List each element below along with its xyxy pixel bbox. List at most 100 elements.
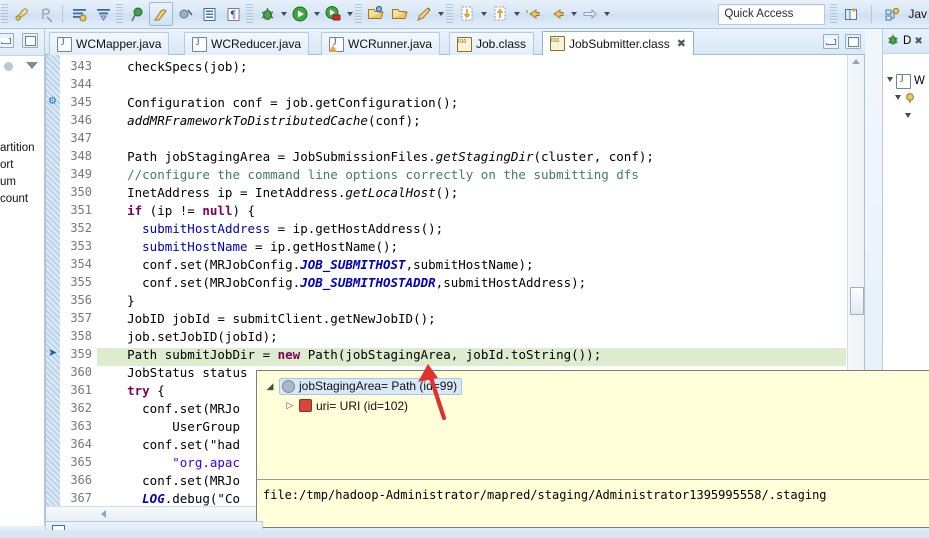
debug-icon[interactable] [255,2,279,26]
code-line: conf.set(MRJobConfig.JOB_SUBMITHOST,subm… [97,257,534,272]
next-edit-icon[interactable] [578,2,602,26]
left-tree-row[interactable]: count [0,191,44,208]
java-file-icon [192,36,207,52]
previous-annotation-dropdown-arrow-icon[interactable] [512,3,521,25]
forward-dropdown-arrow-icon[interactable] [569,3,578,25]
filter-icon[interactable] [91,2,115,26]
debug-tree-label: W [914,75,925,87]
variable-detail-popup[interactable]: ◢ jobStagingArea= Path (id=99) ▷ uri= UR… [256,370,929,528]
debug-tree-row[interactable] [883,90,929,108]
run-icon[interactable] [288,2,312,26]
editor-tab-job-class[interactable]: Job.class [449,32,535,55]
left-tree-row[interactable]: ort [0,157,44,174]
debug-tree-row[interactable]: W [883,72,929,90]
code-line: conf.set("had [97,437,240,452]
debug-view-header: D ✖ [883,29,929,54]
maximize-button[interactable] [845,34,861,49]
annotation-ruler[interactable]: ⚙ ➤ [46,55,60,521]
line-number: 347 [70,131,92,145]
left-minimize-button[interactable] [0,33,14,48]
skip-breakpoints-icon[interactable] [173,2,197,26]
close-icon[interactable]: ✖ [677,37,686,50]
marker-icon[interactable] [125,2,149,26]
left-maximize-button[interactable] [22,33,38,48]
current-instruction-arrow-icon[interactable]: ➤ [48,348,59,359]
table-icon[interactable] [197,2,221,26]
editor-tab-wcmapper[interactable]: WCMapper.java [49,32,170,55]
wrench-marker-icon[interactable]: ⚙ [48,96,59,107]
class-file-icon [550,36,565,51]
view-menu-icon[interactable] [26,62,38,69]
expander-icon[interactable] [905,113,911,121]
next-annotation-icon[interactable] [455,2,479,26]
annotate-icon[interactable] [10,2,34,26]
debug-tree-row[interactable] [883,108,929,126]
coverage-dropdown-arrow-icon[interactable] [345,3,354,25]
popup-row-label: jobStagingArea= Path (id=99) [299,379,458,393]
editor-tab-label: WCRunner.java [348,37,433,51]
scroll-left-arrow-icon[interactable] [101,510,106,518]
pencil-icon[interactable] [412,2,436,26]
code-line: Path submitJobDir = new Path(jobStagingA… [97,347,602,362]
code-line: UserGroup [97,419,240,434]
pencil-dropdown-arrow-icon[interactable] [436,3,445,25]
svg-text:¶: ¶ [230,10,236,21]
code-line: conf.set(MRJobConfig.JOB_SUBMITHOSTADDR,… [97,275,587,290]
line-number: 345 [70,95,92,109]
popup-row-uri[interactable]: ▷ uri= URI (id=102) [263,396,929,415]
paragraph-icon[interactable]: ¶ [221,2,245,26]
editor-tab-label: JobSubmitter.class [569,36,670,51]
previous-annotation-icon[interactable] [488,2,512,26]
new-perspective-icon[interactable] [839,2,863,26]
quick-access-input[interactable]: Quick Access [718,3,826,25]
code-line: conf.set(MRJo [97,401,240,416]
next-annotation-dropdown-arrow-icon[interactable] [479,3,488,25]
expander-icon[interactable] [887,77,893,85]
line-number: 359 [70,347,92,361]
next-edit-dropdown-arrow-icon[interactable] [602,3,611,25]
expander-icon[interactable] [895,95,901,103]
left-tree-row[interactable]: artition [0,140,44,157]
object-icon [282,379,295,393]
line-number: 348 [70,149,92,163]
minimize-button[interactable] [823,34,839,49]
left-tree-row[interactable]: um [0,174,44,191]
scroll-up-arrow-icon[interactable] [852,59,860,64]
left-tree-stub: artition ort um count [0,86,44,208]
expander-icon[interactable]: ◢ [265,381,275,392]
close-icon[interactable]: ✖ [914,36,922,47]
open-resource-icon[interactable] [388,2,412,26]
toolbar-grip-3[interactable] [246,4,253,24]
outline-icon[interactable] [67,2,91,26]
toolbar-grip-5[interactable] [446,4,453,24]
code-line: JobStatus status [97,365,248,380]
collapse-all-icon[interactable] [4,62,13,71]
line-number: 346 [70,113,92,127]
toolbar-grip[interactable] [1,4,8,24]
line-number: 360 [70,365,92,379]
vertical-scrollbar-thumb[interactable] [850,287,864,315]
expander-icon[interactable]: ▷ [285,400,295,411]
java-launch-icon [896,73,911,89]
perspective-label[interactable]: Jav [908,7,927,21]
back-icon[interactable] [521,2,545,26]
toolbar-grip-6[interactable] [830,4,838,24]
forward-icon[interactable] [545,2,569,26]
highlight-icon[interactable] [149,2,173,26]
editor-tab-wcreducer[interactable]: WCReducer.java [184,32,310,55]
open-type-icon[interactable] [364,2,388,26]
code-line: submitHostName = ip.getHostName(); [142,239,399,254]
java-perspective-icon[interactable] [880,2,904,26]
toolbar-grip-4[interactable] [355,4,362,24]
debug-view-label: D [903,35,912,47]
editor-tab-wcrunner[interactable]: WCRunner.java [321,32,441,55]
debug-dropdown-arrow-icon[interactable] [279,3,288,25]
popup-row-jobstagingarea[interactable]: ◢ jobStagingArea= Path (id=99) [263,377,929,396]
coverage-icon[interactable] [321,2,345,26]
toolbar-grip-2[interactable] [116,4,123,24]
editor-tab-jobsubmitter-class[interactable]: JobSubmitter.class ✖ [542,31,694,55]
code-line: job.setJobID(jobId); [97,329,278,344]
remove-annotation-icon[interactable] [34,2,58,26]
run-dropdown-arrow-icon[interactable] [312,3,321,25]
main-toolbar: ¶ Quick Access Jav [0,0,929,29]
